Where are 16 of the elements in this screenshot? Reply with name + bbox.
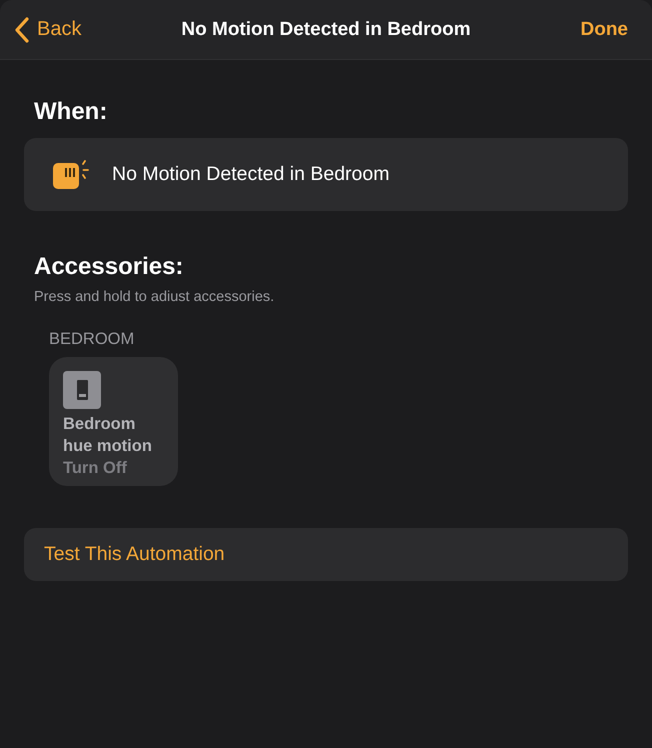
accessory-tile[interactable]: Bedroom hue motion Turn Off <box>49 357 178 486</box>
trigger-label: No Motion Detected in Bedroom <box>112 163 390 186</box>
section-heading: Accessories: <box>34 253 184 281</box>
chevron-left-icon <box>15 16 29 42</box>
room-label: BEDROOM <box>49 330 134 349</box>
trigger-card[interactable]: No Motion Detected in Bedroom <box>24 138 628 211</box>
section-heading: When: <box>34 98 108 126</box>
sensor-icon <box>63 371 101 409</box>
accessory-action: Turn Off <box>63 458 127 479</box>
back-button[interactable]: Back <box>15 16 82 42</box>
hint-text: Press and hold to adiust accessories. <box>34 289 274 305</box>
nav-title: No Motion Detected in Bedroom <box>181 18 471 40</box>
done-button[interactable]: Done <box>580 18 628 40</box>
test-automation-button[interactable]: Test This Automation <box>24 528 628 581</box>
motion-sensor-icon <box>52 160 90 190</box>
accessory-name: Bedroom hue motion <box>63 414 153 457</box>
